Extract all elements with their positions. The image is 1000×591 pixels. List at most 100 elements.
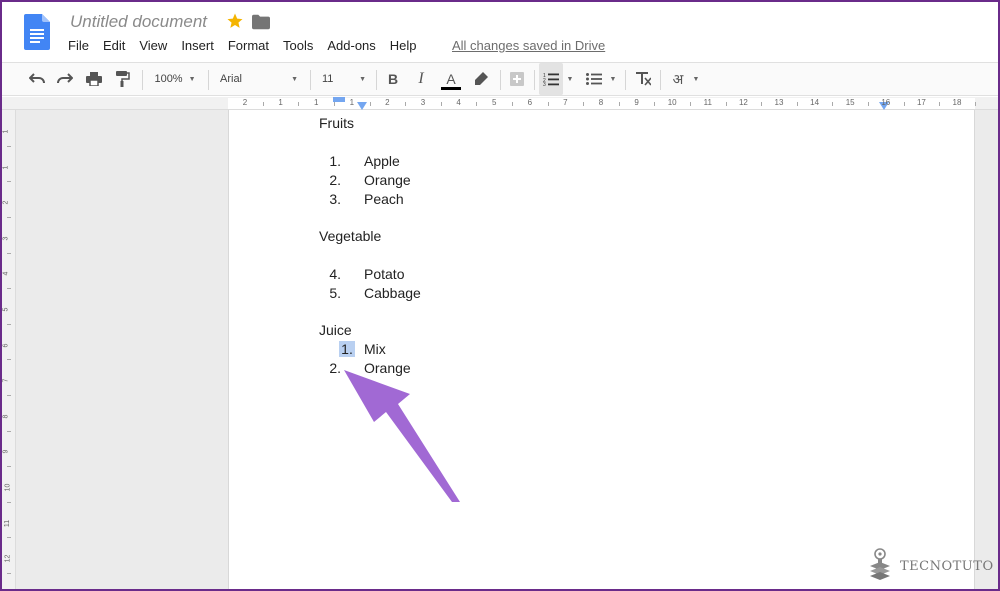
watermark-text: TECNOTUTO [900, 558, 994, 574]
bold-button[interactable]: B [382, 63, 404, 95]
ruler-tick [654, 102, 656, 106]
menu-view[interactable]: View [139, 38, 167, 53]
ruler-number: 10 [4, 483, 12, 492]
paint-format-button[interactable] [112, 63, 134, 95]
highlighter-icon [475, 72, 488, 85]
list-item[interactable]: Cabbage [364, 285, 421, 301]
ruler-tick [512, 102, 513, 106]
italic-button[interactable]: I [410, 63, 432, 95]
ruler-number: 9 [634, 98, 639, 107]
chevron-down-icon: ▼ [359, 75, 366, 83]
toolbar-divider [310, 70, 311, 90]
chevron-down-icon: ▼ [609, 75, 617, 83]
menu-addons[interactable]: Add-ons [327, 38, 375, 53]
toolbar-divider [625, 70, 626, 90]
highlight-button[interactable] [470, 63, 492, 95]
menu-bar: File Edit View Insert Format Tools Add-o… [68, 38, 431, 53]
bulleted-list-button[interactable] [583, 63, 605, 95]
document-title[interactable]: Untitled document [70, 12, 207, 32]
menu-file[interactable]: File [68, 38, 89, 53]
ruler-number: 7 [2, 378, 10, 383]
font-select[interactable]: Arial ▼ [216, 63, 302, 95]
font-value: Arial [220, 73, 243, 85]
vertical-ruler[interactable]: 112345678910111213 [2, 110, 16, 589]
text-color-swatch [441, 87, 461, 90]
print-button[interactable] [83, 63, 105, 95]
ruler-tick [7, 430, 11, 432]
left-indent-marker[interactable] [357, 102, 367, 110]
ruler-number: 16 [881, 98, 891, 107]
insert-comment-button[interactable] [506, 63, 528, 95]
undo-icon [29, 73, 45, 84]
toolbar-divider [142, 70, 143, 90]
ruler-tick [832, 102, 834, 106]
list-number[interactable]: 4. [325, 266, 341, 282]
toolbar-divider [376, 70, 377, 90]
ruler-number: 1 [2, 129, 10, 134]
menu-insert[interactable]: Insert [181, 38, 214, 53]
menu-edit[interactable]: Edit [103, 38, 125, 53]
ruler-number: 1 [2, 165, 10, 170]
ruler-tick [334, 102, 335, 106]
menu-tools[interactable]: Tools [283, 38, 313, 53]
list-number[interactable]: 5. [325, 285, 341, 301]
font-size-select[interactable]: 11 ▼ [318, 63, 370, 95]
undo-button[interactable] [26, 63, 48, 95]
numbered-list-dropdown[interactable]: ▼ [564, 63, 576, 95]
zoom-value: 100% [154, 73, 183, 85]
ruler-tick [7, 323, 11, 325]
ruler-tick [903, 102, 905, 106]
list-item[interactable]: Apple [364, 153, 400, 169]
toolbar-divider [500, 70, 501, 90]
list-number[interactable]: 3. [325, 191, 341, 207]
ruler-tick [7, 501, 11, 503]
list-item[interactable]: Potato [364, 266, 404, 282]
folder-icon[interactable] [252, 14, 270, 30]
docs-logo-icon[interactable] [24, 14, 50, 50]
horizontal-ruler[interactable]: 2 1 1 1 2 3 4 5 6 7 8 9 10 11 12 13 14 15 16 17 18 [2, 97, 998, 110]
ruler-number: 17 [916, 98, 926, 107]
menu-help[interactable]: Help [390, 38, 417, 53]
bulleted-list-icon [586, 73, 602, 85]
paint-format-icon [116, 71, 130, 87]
bulleted-list-dropdown[interactable]: ▼ [607, 63, 619, 95]
section-heading[interactable]: Vegetable [319, 227, 381, 246]
font-size-value: 11 [322, 73, 334, 85]
text-color-button[interactable]: A [438, 63, 464, 95]
section-heading[interactable]: Fruits [319, 114, 354, 133]
ruler-tick [583, 102, 585, 106]
input-tools-dropdown[interactable]: ▼ [690, 63, 702, 95]
toolbar-divider [208, 70, 209, 90]
document-page[interactable]: Fruits 1. Apple 2. Orange 3. Peach Veget… [228, 110, 975, 589]
ruler-number: 4 [456, 98, 461, 107]
ruler-number: 11 [4, 519, 12, 527]
list-item[interactable]: Orange [364, 172, 411, 188]
ruler-tick [547, 102, 549, 106]
star-icon[interactable] [226, 12, 244, 30]
save-status-link[interactable]: All changes saved in Drive [452, 38, 605, 53]
ruler-tick [725, 102, 727, 106]
ruler-tick [7, 466, 11, 468]
clear-formatting-button[interactable] [632, 63, 654, 95]
numbered-list-button[interactable]: 123 [539, 63, 563, 95]
ruler-number: 1 [313, 98, 319, 107]
ruler-number: 18 [952, 98, 962, 107]
ruler-number: 5 [2, 307, 10, 312]
zoom-select[interactable]: 100% ▼ [150, 63, 200, 95]
list-number[interactable]: 1. [325, 153, 341, 169]
add-comment-icon [510, 72, 524, 86]
list-number[interactable]: 2. [325, 172, 341, 188]
section-heading[interactable]: Juice [319, 321, 352, 340]
ruler-tick [262, 102, 264, 106]
ruler-tick [974, 102, 976, 106]
watermark: TECNOTUTO [868, 548, 994, 584]
ruler-tick [7, 359, 11, 361]
list-item[interactable]: Peach [364, 191, 404, 207]
editor-workspace: 112345678910111213 Fruits 1. Apple 2. Or… [2, 110, 998, 589]
ruler-tick [939, 102, 941, 106]
ruler-tick [476, 102, 478, 106]
input-tools-button[interactable]: अ [666, 63, 690, 95]
numbered-list-icon: 123 [543, 73, 559, 86]
redo-button[interactable] [54, 63, 76, 95]
menu-format[interactable]: Format [228, 38, 269, 53]
